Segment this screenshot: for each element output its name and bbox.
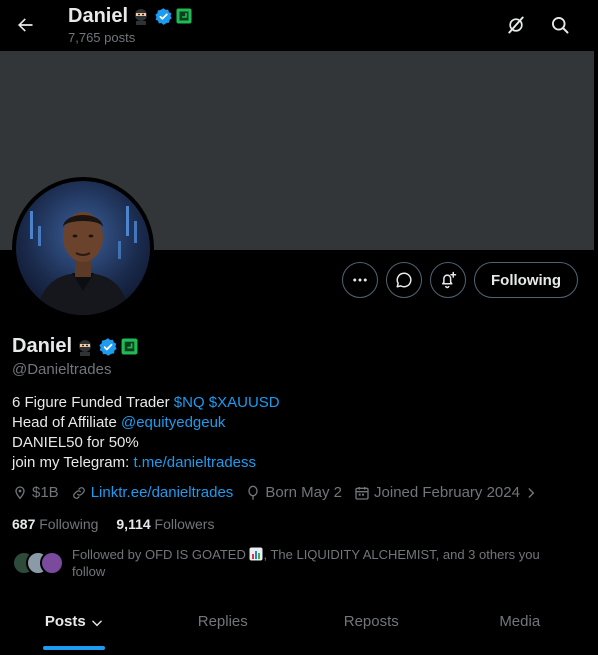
following-button[interactable]: Following [474, 262, 578, 298]
more-icon [353, 278, 367, 282]
posts-count: 7,765 posts [68, 30, 136, 45]
header-title: Daniel [68, 5, 129, 27]
tab-posts-label: Posts [44, 613, 86, 630]
verified-badge-icon [155, 7, 172, 25]
search-button[interactable] [543, 8, 577, 42]
tab-reposts[interactable]: Reposts [297, 603, 446, 655]
bio-line-4: join my Telegram: [12, 454, 134, 471]
profile-name: Daniel [12, 335, 73, 357]
verified-badge-icon[interactable] [98, 337, 118, 357]
profile-meta: $1B Linktr.ee/danieltrades Born May 2 Jo… [12, 484, 538, 501]
tab-reposts-label: Reposts [343, 613, 399, 630]
followers-label: Followers [154, 516, 215, 532]
chevron-right-icon[interactable] [524, 486, 538, 500]
header-title-block: Daniel 7,765 posts [68, 4, 192, 45]
meta-birthday-text: Born May 2 [265, 484, 343, 501]
profile-bio: 6 Figure Funded Trader $NQ $XAUUSD Head … [12, 393, 280, 473]
chevron-down-icon [91, 620, 102, 627]
profile-tabs: Posts Replies Reposts Media [0, 603, 594, 655]
followed-by-avatars [12, 551, 64, 575]
following-label: Following [39, 516, 99, 532]
profile-avatar[interactable] [12, 177, 154, 319]
followed-by-text: Followed by OFD IS GOATED , The LIQUIDIT… [72, 546, 562, 580]
meta-money: $1B [12, 484, 59, 501]
avatar-photo [16, 181, 150, 315]
affiliate-badge-icon [176, 8, 192, 24]
message-icon [396, 272, 412, 288]
bio-line-1: 6 Figure Funded Trader [12, 394, 174, 411]
followed-by[interactable]: Followed by OFD IS GOATED , The LIQUIDIT… [12, 546, 562, 580]
meta-link-text[interactable]: Linktr.ee/danieltrades [91, 484, 234, 501]
bio-line-3: DANIEL50 for 50% [12, 434, 139, 451]
grok-button[interactable] [499, 8, 533, 42]
followers-stat[interactable]: 9,114 Followers [116, 516, 214, 532]
bio-telegram-link[interactable]: t.me/danieltradess [133, 454, 256, 471]
top-bar: Daniel 7,765 posts [0, 0, 594, 51]
arrow-left-icon [18, 18, 33, 32]
profile-handle: @Danieltrades [12, 361, 112, 378]
more-button[interactable] [342, 262, 378, 298]
ninja-emoji-icon [135, 9, 148, 25]
tab-replies-label: Replies [197, 613, 248, 630]
followed-by-prefix: Followed by OFD IS GOATED [72, 547, 250, 562]
back-button[interactable] [8, 8, 42, 42]
link-icon [72, 486, 85, 499]
profile-name-row: Daniel [12, 335, 138, 358]
message-button[interactable] [386, 262, 422, 298]
bio-line-2: Head of Affiliate [12, 414, 121, 431]
tab-media-label: Media [499, 613, 541, 630]
profile-stats: 687 Following 9,114 Followers [12, 516, 214, 532]
meta-joined-text: Joined February 2024 [374, 484, 520, 501]
tab-replies[interactable]: Replies [149, 603, 298, 655]
search-icon [552, 17, 569, 34]
tab-media[interactable]: Media [446, 603, 595, 655]
meta-link[interactable]: Linktr.ee/danieltrades [71, 484, 234, 501]
calendar-icon [355, 486, 369, 500]
following-count: 687 [12, 516, 36, 532]
following-stat[interactable]: 687 Following [12, 516, 98, 532]
notification-bell-icon [442, 271, 457, 289]
bio-mention-link[interactable]: @equityedgeuk [121, 414, 225, 431]
ninja-emoji-icon [79, 339, 92, 356]
scrollbar[interactable] [594, 0, 598, 655]
meta-joined: Joined February 2024 [354, 484, 520, 501]
birthday-balloon-icon [248, 485, 258, 500]
active-tab-indicator [43, 646, 106, 650]
notify-button[interactable] [430, 262, 466, 298]
meta-money-text: $1B [32, 484, 59, 501]
chart-emoji-icon [249, 547, 263, 561]
tab-posts[interactable]: Posts [0, 603, 149, 655]
money-icon [15, 485, 25, 499]
follower-avatar [40, 551, 64, 575]
meta-birthday: Born May 2 [245, 484, 342, 501]
affiliate-badge-icon[interactable] [121, 338, 138, 355]
grok-icon [508, 16, 524, 34]
bio-cashtags-link[interactable]: $NQ $XAUUSD [174, 394, 280, 411]
followers-count: 9,114 [116, 516, 151, 532]
